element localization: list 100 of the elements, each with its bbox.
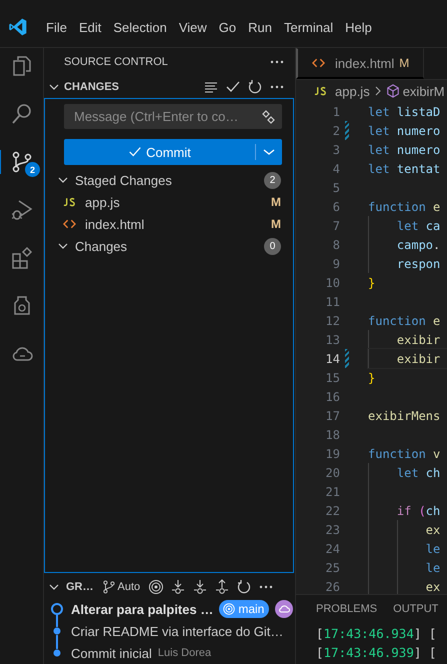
- branch-icon: [102, 580, 116, 594]
- pull-icon[interactable]: [192, 579, 208, 595]
- file-name: app.js: [85, 194, 121, 210]
- code-token: campo: [396, 238, 434, 252]
- editor-tab[interactable]: index.html M: [296, 48, 424, 79]
- count-badge: 2: [264, 172, 281, 188]
- code-token: ] [: [414, 645, 436, 660]
- code-token: [: [316, 626, 324, 641]
- code-token: .: [433, 238, 440, 252]
- code-token: exibir: [396, 332, 440, 346]
- panel-tab[interactable]: PROBLEMS: [310, 598, 384, 620]
- line-number: 1: [332, 104, 340, 118]
- section-title[interactable]: GR…: [66, 581, 94, 593]
- code-token: let: [368, 142, 390, 156]
- search-icon[interactable]: [10, 102, 34, 126]
- line-number: 13: [324, 332, 340, 346]
- commit-button[interactable]: Commit: [64, 139, 282, 165]
- menu-item[interactable]: Go: [212, 18, 242, 36]
- menu-item[interactable]: View: [172, 18, 213, 36]
- code-token: let: [368, 162, 390, 176]
- line-number: 8: [332, 238, 340, 252]
- menu-item[interactable]: Run: [242, 18, 278, 36]
- code-token: (: [418, 504, 426, 518]
- line-number: 12: [324, 314, 340, 328]
- panel-tab[interactable]: OUTPUT: [387, 598, 444, 620]
- target-icon[interactable]: [148, 579, 164, 595]
- code-token: ch: [426, 504, 440, 518]
- branch-badge: main: [219, 600, 270, 618]
- code-token: }: [368, 370, 376, 384]
- changed-file-row[interactable]: index.html M: [45, 213, 293, 235]
- line-number: 15: [324, 370, 340, 384]
- code-token: tentat: [396, 162, 440, 176]
- commit-message: Criar README via interface do Git…: [71, 624, 284, 638]
- code-token: let: [396, 466, 419, 480]
- run-debug-icon[interactable]: [10, 198, 34, 222]
- code-token: numero: [396, 142, 440, 156]
- menu-item[interactable]: Help: [339, 18, 378, 36]
- menu-item[interactable]: Edit: [72, 18, 108, 36]
- line-number: 22: [324, 504, 340, 518]
- commit-item[interactable]: Alterar para palpites … main: [44, 598, 295, 620]
- code-token: let: [368, 104, 390, 118]
- code-token: [: [316, 645, 324, 660]
- group-label: Changes: [75, 238, 128, 254]
- breadcrumb-item[interactable]: app.js: [335, 84, 370, 98]
- file-status: M: [271, 195, 281, 209]
- commit-message: Commit inicial: [71, 646, 152, 660]
- refresh-icon[interactable]: [247, 79, 263, 95]
- code-token: let: [396, 218, 419, 232]
- line-number: 19: [324, 446, 340, 460]
- refresh-icon[interactable]: [236, 579, 252, 595]
- branch-mode-button[interactable]: Auto: [102, 580, 140, 594]
- changed-file-row[interactable]: app.js M: [45, 191, 293, 213]
- cube-icon: [386, 84, 400, 98]
- line-number: 20: [324, 466, 340, 480]
- code-token: ex: [426, 522, 440, 536]
- code-token: numero: [396, 124, 440, 138]
- tree-group-row[interactable]: Changes 0: [45, 235, 293, 257]
- code-token: ch: [424, 466, 440, 480]
- extensions-icon[interactable]: [10, 246, 34, 270]
- line-number: 23: [324, 522, 340, 536]
- file-status: M: [271, 217, 281, 231]
- commit-message-field[interactable]: Message (Ctrl+Enter to co…: [64, 104, 282, 129]
- line-number: 6: [332, 200, 340, 214]
- line-number: 17: [324, 408, 340, 422]
- commit-message: Alterar para palpites …: [71, 602, 214, 616]
- code-token: le: [426, 560, 440, 574]
- app-logo: [8, 17, 28, 37]
- javascript-file-icon: [314, 86, 328, 96]
- code-token: 17:43:46.934: [324, 626, 414, 641]
- commit-item[interactable]: Criar README via interface do Git…: [44, 620, 295, 642]
- line-number: 25: [324, 560, 340, 574]
- sparkle-icon[interactable]: [260, 108, 276, 124]
- push-icon[interactable]: [214, 579, 230, 595]
- menu-item[interactable]: Selection: [107, 18, 173, 36]
- menu-item[interactable]: Terminal: [278, 18, 340, 36]
- line-number: 7: [332, 218, 340, 232]
- breadcrumb-item[interactable]: exibirM: [402, 84, 445, 98]
- source-control-icon[interactable]: [10, 150, 34, 174]
- code-token: function: [368, 200, 426, 214]
- line-number: 14: [324, 352, 340, 366]
- menu-item[interactable]: File: [40, 18, 73, 36]
- tree-group-row[interactable]: Staged Changes 2: [45, 169, 293, 191]
- code-token: let: [368, 124, 390, 138]
- line-number: 9: [332, 256, 340, 270]
- fetch-icon[interactable]: [170, 579, 186, 595]
- file-name: index.html: [85, 216, 146, 232]
- line-number: 11: [324, 294, 340, 308]
- line-number: 10: [324, 276, 340, 290]
- code-token: }: [368, 276, 376, 290]
- section-title[interactable]: CHANGES: [64, 81, 201, 93]
- sidebar-title: SOURCE CONTROL: [64, 56, 168, 68]
- commit-item[interactable]: Commit inicial Luis Dorea: [44, 642, 295, 664]
- count-badge: 2: [25, 162, 40, 177]
- line-number: 2: [332, 124, 340, 138]
- code-token: function: [368, 314, 426, 328]
- checkmark-icon: [128, 145, 142, 159]
- code-token: if: [396, 504, 412, 518]
- code-token: exibir: [396, 352, 440, 366]
- code-token: e: [432, 200, 440, 214]
- line-number: 24: [324, 542, 340, 556]
